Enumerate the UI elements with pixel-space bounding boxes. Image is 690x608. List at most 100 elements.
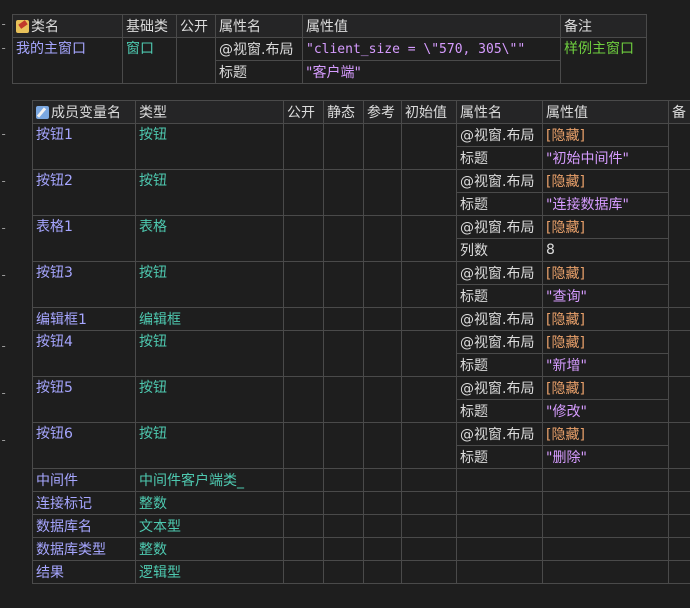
public-cell[interactable]: [283, 560, 324, 584]
prop-name-cell[interactable]: 标题: [215, 60, 303, 84]
prop-value-cell[interactable]: "client_size = \"570, 305\"": [302, 37, 561, 61]
public-cell[interactable]: [283, 123, 324, 170]
member-row[interactable]: 数据库类型 整数: [32, 537, 690, 561]
prop-value-cell[interactable]: "连接数据库": [542, 192, 669, 216]
initial-cell[interactable]: [401, 560, 457, 584]
collapse-marker[interactable]: -: [0, 433, 7, 447]
member-name-cell[interactable]: 连接标记: [32, 491, 136, 515]
collapse-marker[interactable]: -: [0, 127, 7, 141]
note-cell[interactable]: [668, 560, 690, 584]
member-name-cell[interactable]: 按钮4: [32, 330, 136, 377]
member-type-cell[interactable]: 逻辑型: [135, 560, 284, 584]
prop-name-cell[interactable]: [456, 514, 543, 538]
public-cell[interactable]: [283, 514, 324, 538]
member-row[interactable]: 按钮1 按钮 @视窗.布局 [隐藏]: [32, 123, 690, 170]
member-row[interactable]: 按钮5 按钮 @视窗.布局 [隐藏]: [32, 376, 690, 423]
member-type-cell[interactable]: 整数: [135, 537, 284, 561]
static-cell[interactable]: [323, 468, 364, 492]
member-row[interactable]: 按钮4 按钮 @视窗.布局 [隐藏]: [32, 330, 690, 377]
prop-value-cell[interactable]: "查询": [542, 284, 669, 308]
initial-cell[interactable]: [401, 215, 457, 262]
collapse-marker[interactable]: -: [0, 221, 7, 235]
note-cell[interactable]: [668, 215, 690, 262]
member-name-cell[interactable]: 数据库名: [32, 514, 136, 538]
ref-cell[interactable]: [363, 491, 402, 515]
member-type-cell[interactable]: 编辑框: [135, 307, 284, 331]
class-row[interactable]: 我的主窗口 窗口 @视窗.布局 "client_size = \"570, 30…: [12, 37, 647, 84]
note-cell[interactable]: 样例主窗口: [560, 37, 647, 84]
ref-cell[interactable]: [363, 307, 402, 331]
prop-name-cell[interactable]: @视窗.布局: [456, 330, 543, 354]
initial-cell[interactable]: [401, 330, 457, 377]
prop-value-cell[interactable]: [隐藏]: [542, 123, 669, 147]
initial-cell[interactable]: [401, 514, 457, 538]
member-row[interactable]: 数据库名 文本型: [32, 514, 690, 538]
prop-name-cell[interactable]: [456, 537, 543, 561]
note-cell[interactable]: [668, 307, 690, 331]
member-type-cell[interactable]: 按钮: [135, 330, 284, 377]
ref-cell[interactable]: [363, 215, 402, 262]
ref-cell[interactable]: [363, 537, 402, 561]
prop-value-cell[interactable]: [542, 537, 669, 561]
ref-cell[interactable]: [363, 123, 402, 170]
member-name-cell[interactable]: 编辑框1: [32, 307, 136, 331]
static-cell[interactable]: [323, 215, 364, 262]
static-cell[interactable]: [323, 491, 364, 515]
prop-value-cell[interactable]: [542, 491, 669, 515]
public-cell[interactable]: [283, 169, 324, 216]
initial-cell[interactable]: [401, 169, 457, 216]
prop-name-cell[interactable]: @视窗.布局: [456, 215, 543, 239]
member-type-cell[interactable]: 整数: [135, 491, 284, 515]
member-name-cell[interactable]: 按钮5: [32, 376, 136, 423]
prop-name-cell[interactable]: 标题: [456, 192, 543, 216]
initial-cell[interactable]: [401, 422, 457, 469]
ref-cell[interactable]: [363, 468, 402, 492]
prop-name-cell[interactable]: @视窗.布局: [456, 123, 543, 147]
static-cell[interactable]: [323, 376, 364, 423]
member-name-cell[interactable]: 结果: [32, 560, 136, 584]
note-cell[interactable]: [668, 376, 690, 423]
prop-value-cell[interactable]: [542, 560, 669, 584]
collapse-marker[interactable]: -: [0, 268, 7, 282]
prop-name-cell[interactable]: @视窗.布局: [456, 169, 543, 193]
initial-cell[interactable]: [401, 261, 457, 308]
public-cell[interactable]: [283, 261, 324, 308]
static-cell[interactable]: [323, 307, 364, 331]
prop-value-cell[interactable]: "删除": [542, 445, 669, 469]
prop-name-cell[interactable]: [456, 468, 543, 492]
collapse-marker[interactable]: -: [0, 41, 7, 55]
public-cell[interactable]: [283, 307, 324, 331]
ref-cell[interactable]: [363, 169, 402, 216]
public-cell[interactable]: [283, 537, 324, 561]
member-type-cell[interactable]: 中间件客户端类_: [135, 468, 284, 492]
member-row[interactable]: 编辑框1 编辑框 @视窗.布局 [隐藏]: [32, 307, 690, 331]
prop-value-cell[interactable]: [隐藏]: [542, 307, 669, 331]
static-cell[interactable]: [323, 537, 364, 561]
prop-value-cell[interactable]: [542, 514, 669, 538]
member-type-cell[interactable]: 文本型: [135, 514, 284, 538]
initial-cell[interactable]: [401, 537, 457, 561]
note-cell[interactable]: [668, 422, 690, 469]
member-type-cell[interactable]: 按钮: [135, 376, 284, 423]
collapse-marker[interactable]: -: [0, 17, 7, 31]
collapse-marker[interactable]: -: [0, 174, 7, 188]
ref-cell[interactable]: [363, 514, 402, 538]
member-type-cell[interactable]: 表格: [135, 215, 284, 262]
prop-value-cell[interactable]: [隐藏]: [542, 215, 669, 239]
prop-name-cell[interactable]: 标题: [456, 146, 543, 170]
collapse-marker[interactable]: -: [0, 386, 7, 400]
ref-cell[interactable]: [363, 422, 402, 469]
note-cell[interactable]: [668, 169, 690, 216]
static-cell[interactable]: [323, 169, 364, 216]
prop-name-cell[interactable]: [456, 560, 543, 584]
note-cell[interactable]: [668, 514, 690, 538]
prop-name-cell[interactable]: @视窗.布局: [456, 422, 543, 446]
member-row[interactable]: 中间件 中间件客户端类_: [32, 468, 690, 492]
member-type-cell[interactable]: 按钮: [135, 123, 284, 170]
static-cell[interactable]: [323, 422, 364, 469]
prop-name-cell[interactable]: 标题: [456, 353, 543, 377]
initial-cell[interactable]: [401, 468, 457, 492]
initial-cell[interactable]: [401, 123, 457, 170]
public-cell[interactable]: [283, 491, 324, 515]
member-name-cell[interactable]: 按钮1: [32, 123, 136, 170]
